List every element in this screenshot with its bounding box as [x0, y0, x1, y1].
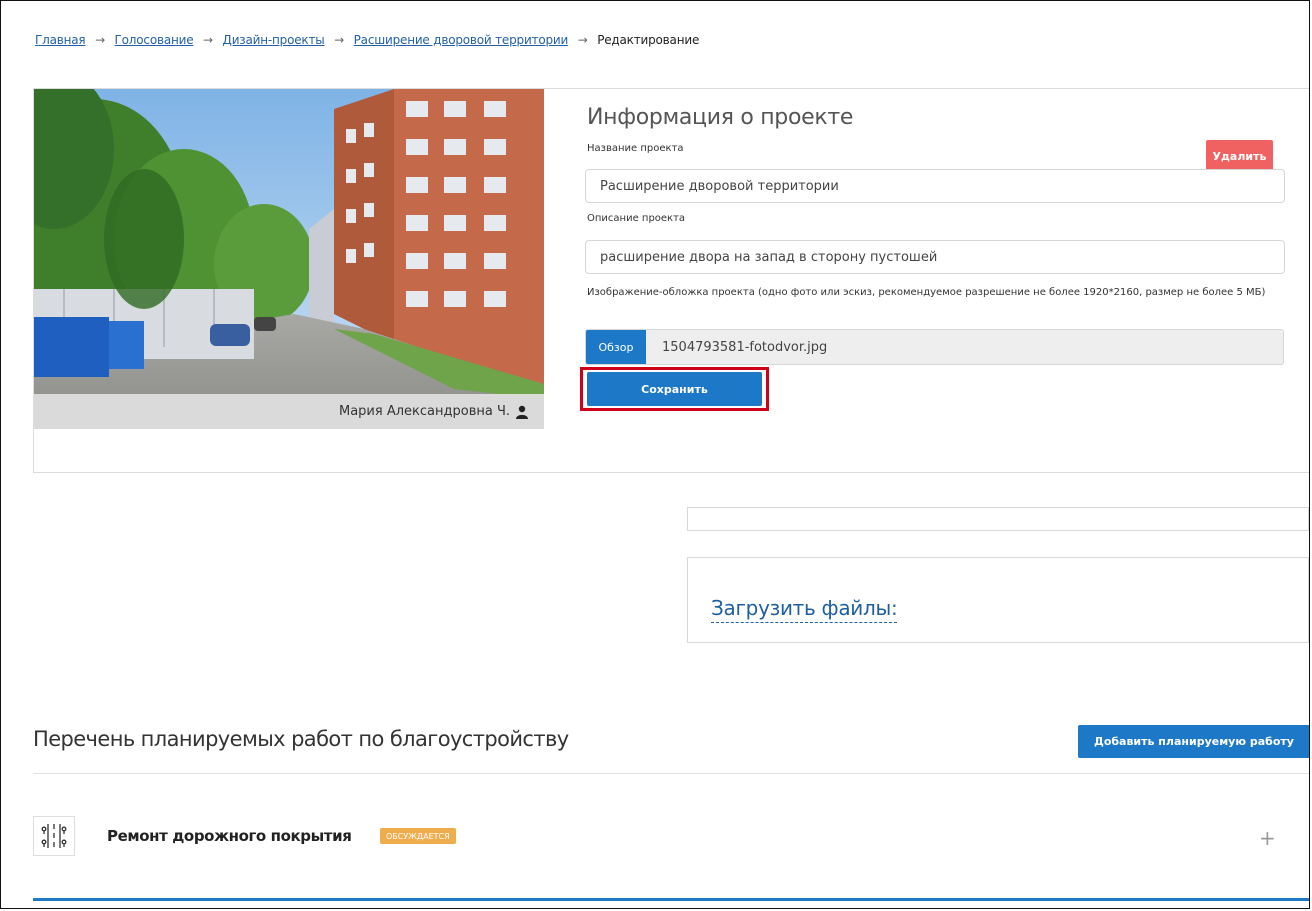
upload-files-panel: Загрузить файлы:	[687, 557, 1309, 643]
breadcrumb-link-voting[interactable]: Голосование	[115, 33, 194, 47]
browse-button[interactable]: Обзор	[586, 330, 646, 364]
breadcrumb-separator: →	[577, 33, 588, 47]
project-description-field[interactable]: расширение двора на запад в сторону пуст…	[585, 240, 1285, 274]
page-frame: Главная → Голосование → Дизайн-проекты →…	[0, 0, 1310, 909]
upload-files-link[interactable]: Загрузить файлы:	[711, 596, 898, 623]
project-name-label: Название проекта	[587, 143, 684, 154]
road-repair-icon	[33, 816, 75, 856]
user-icon	[516, 405, 528, 419]
breadcrumb-link-design-projects[interactable]: Дизайн-проекты	[223, 33, 325, 47]
project-name-field[interactable]: Расширение дворовой территории	[585, 169, 1285, 203]
work-name: Ремонт дорожного покрытия	[107, 827, 352, 845]
breadcrumb-link-home[interactable]: Главная	[35, 33, 86, 47]
photo-author-name: Мария Александровна Ч.	[339, 404, 510, 419]
cover-image-hint: Изображение-обложка проекта (одно фото и…	[587, 287, 1266, 298]
breadcrumb-separator: →	[203, 33, 213, 47]
cover-file-input[interactable]: Обзор 1504793581-fotodvor.jpg	[585, 329, 1284, 365]
breadcrumb-link-project[interactable]: Расширение дворовой территории	[354, 33, 569, 47]
status-badge: обсуждается	[380, 828, 456, 844]
project-card: Мария Александровна Ч. Информация о прое…	[33, 88, 1309, 473]
plus-icon[interactable]: +	[1259, 826, 1276, 850]
works-section-title: Перечень планируемых работ по благоустро…	[33, 727, 569, 751]
section-divider	[33, 898, 1309, 901]
project-description-label: Описание проекта	[587, 213, 686, 224]
add-planned-work-button[interactable]: Добавить планируемую работу	[1078, 725, 1309, 758]
breadcrumb: Главная → Голосование → Дизайн-проекты →…	[35, 33, 699, 47]
breadcrumb-current: Редактирование	[597, 33, 700, 47]
selected-file-name: 1504793581-fotodvor.jpg	[662, 339, 828, 355]
work-list-item[interactable]: Ремонт дорожного покрытия обсуждается +	[33, 816, 1309, 856]
project-info-title: Информация о проекте	[587, 105, 854, 130]
divider	[33, 773, 1309, 774]
breadcrumb-separator: →	[95, 33, 105, 47]
breadcrumb-separator: →	[334, 33, 344, 47]
project-photo-image	[34, 89, 544, 429]
project-photo: Мария Александровна Ч.	[34, 89, 544, 429]
save-button[interactable]: Сохранить	[587, 372, 762, 406]
photo-author-bar: Мария Александровна Ч.	[34, 394, 544, 429]
empty-panel	[687, 507, 1309, 531]
